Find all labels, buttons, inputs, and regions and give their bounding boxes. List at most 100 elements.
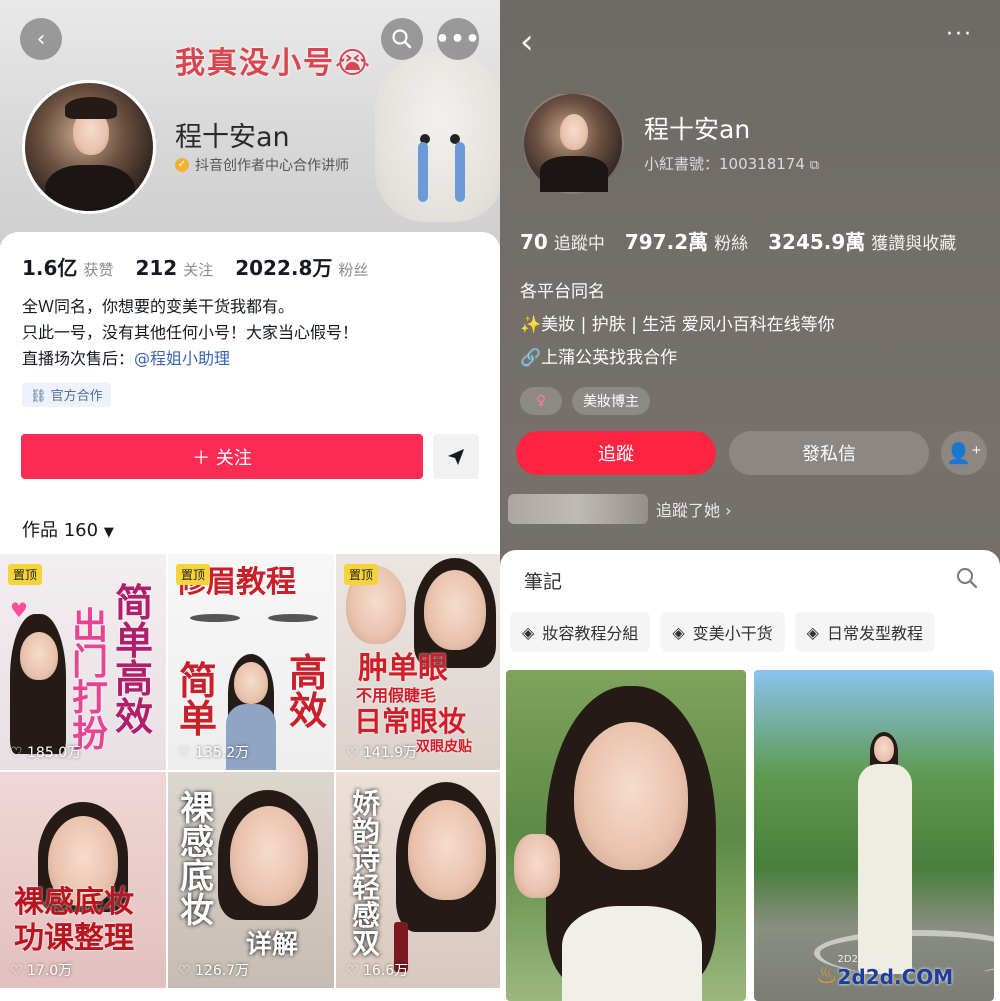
stat-likes-collections[interactable]: 3245.9萬 獲讚與收藏 — [768, 226, 956, 255]
note-thumbnail[interactable] — [506, 670, 746, 1001]
like-count: ♡ 141.9万 — [346, 742, 417, 762]
back-button[interactable]: ‹ — [20, 18, 62, 60]
like-count: ♡ 126.7万 — [178, 960, 249, 980]
thumb-body — [562, 906, 702, 1001]
copy-icon[interactable]: ⧉ — [810, 158, 819, 173]
avatar-hair — [65, 97, 117, 119]
album-label: 变美小干货 — [692, 624, 773, 643]
follow-button[interactable]: 追蹤 — [516, 431, 716, 475]
verification-badge: ✓ 抖音创作者中心合作讲师 — [175, 155, 349, 175]
add-user-icon: 👤⁺ — [946, 441, 982, 465]
send-message-button[interactable] — [433, 434, 479, 479]
works-label: 作品 160 — [22, 520, 99, 541]
official-cooperation-tag[interactable]: ⛓ 官方合作 — [22, 382, 111, 407]
heart-outline-icon: ♡ — [178, 745, 191, 761]
caret-down-icon: ▼ — [103, 525, 114, 540]
pinned-badge: 置顶 — [344, 564, 379, 585]
stat-likes[interactable]: 1.6亿 获赞 — [22, 252, 113, 281]
handshake-icon: ⛓ — [30, 389, 47, 404]
search-icon[interactable] — [956, 567, 978, 589]
avatar[interactable] — [522, 92, 624, 194]
douyin-profile-panel: ‹ 我真没小号😭 ••• 程十安an ✓ 抖音创作者中心合作讲师 1.6亿 获赞 … — [0, 0, 500, 1001]
bio-line[interactable]: 🔗上蒲公英找我合作 — [520, 342, 835, 375]
flame-logo-icon: ♨ — [816, 961, 838, 989]
thumb-hand — [514, 834, 560, 898]
notes-tab[interactable]: 筆記 — [524, 567, 562, 594]
like-count-text: 141.9万 — [363, 745, 418, 761]
stat-following[interactable]: 212 关注 — [135, 256, 213, 280]
bio-line: ✨美妝 | 护肤 | 生活 爱凤小百科在线等你 — [520, 315, 835, 335]
thumb-face — [230, 806, 308, 906]
message-button[interactable]: 發私信 — [729, 431, 929, 475]
thumb-face — [574, 722, 688, 870]
notes-sheet: 筆記 ◈ 妝容教程分組 ◈ 变美小干货 ◈ 日常发型教程 — [500, 550, 1000, 1001]
like-count: ♡ 17.0万 — [10, 960, 72, 980]
mutual-follow-row[interactable]: 追蹤了她 › — [508, 492, 732, 526]
tile-caption: 出门打扮 — [72, 606, 109, 755]
avatar-body — [45, 165, 135, 211]
video-tile[interactable]: 修眉教程 简 单 高 效 置顶 ♡ 135.2万 — [168, 554, 334, 770]
like-count-text: 185.0万 — [27, 745, 82, 761]
heart-outline-icon: ♡ — [346, 963, 359, 979]
tile-caption: 裸感底妆 — [180, 789, 214, 931]
stat-followers[interactable]: 2022.8万 粉丝 — [235, 252, 368, 281]
profile-name: 程十安an — [644, 115, 751, 144]
search-button[interactable] — [381, 18, 423, 60]
follow-button[interactable]: ＋ 关注 — [21, 434, 423, 479]
stat-label: 获赞 — [83, 261, 114, 279]
tile-caption: 双眼皮贴 — [416, 739, 472, 755]
bio-line: 直播场次售后：@程姐小助理 — [22, 346, 358, 372]
search-icon — [392, 29, 412, 49]
stat-number: 2022.8万 — [235, 256, 333, 280]
thumb-face — [408, 800, 486, 900]
works-tab[interactable]: 作品 160 ▼ — [22, 516, 114, 542]
thumb-face — [234, 662, 268, 704]
album-chip[interactable]: ◈ 日常发型教程 — [794, 612, 935, 652]
like-count: ♡ 135.2万 — [178, 742, 249, 762]
site-watermark: ♨ 2D2D手游网 2d2d.COM — [816, 950, 953, 989]
banner-title: 我真没小号😭 — [175, 46, 373, 81]
stat-number: 1.6亿 — [22, 256, 78, 280]
bio: 全Ｗ同名，你想要的变美干货我都有。 只此一号，没有其他任何小号！大家当心假号！ … — [22, 294, 358, 372]
sticker-tear-right — [455, 142, 465, 202]
verified-icon: ✓ — [175, 158, 189, 172]
back-button[interactable]: ‹ — [520, 22, 534, 62]
layers-icon: ◈ — [672, 622, 685, 642]
stat-following[interactable]: 70 追蹤中 — [520, 229, 605, 254]
thumb-face — [424, 570, 486, 650]
more-button[interactable]: ••• — [435, 18, 480, 60]
like-count-text: 126.7万 — [195, 963, 250, 979]
like-count: ♡ 185.0万 — [10, 742, 81, 762]
video-tile[interactable]: 裸感底妆 详解 ♡ 126.7万 — [168, 772, 334, 988]
video-tile[interactable]: 裸感底妆 功课整理 ♡ 17.0万 — [0, 772, 166, 988]
stat-label: 追蹤中 — [553, 234, 605, 254]
heart-outline-icon: ♡ — [178, 963, 191, 979]
stat-followers[interactable]: 797.2萬 粉絲 — [625, 226, 748, 255]
tile-caption: 功课整理 — [14, 921, 134, 956]
video-tile[interactable]: 娇韵诗轻感双 ♡ 16.6万 — [336, 772, 500, 988]
tile-caption: 高 效 — [288, 651, 327, 733]
assistant-mention-link[interactable]: @程姐小助理 — [134, 349, 230, 368]
thumb-face — [20, 632, 58, 680]
stat-label: 獲讚與收藏 — [871, 234, 957, 254]
album-chip[interactable]: ◈ 妝容教程分組 — [510, 612, 651, 652]
avatar[interactable] — [22, 80, 156, 214]
more-button[interactable]: ··· — [946, 22, 973, 47]
video-tile[interactable]: 肿单眼 不用假睫毛 日常眼妆 双眼皮贴 置顶 ♡ 141.9万 — [336, 554, 500, 770]
white-dress — [858, 764, 912, 974]
bio-line: 只此一号，没有其他任何小号！大家当心假号！ — [22, 323, 359, 342]
video-tile[interactable]: 出门打扮 简单高效 置顶 ♥ ♡ 185.0万 — [0, 554, 166, 770]
category-tag[interactable]: 美妝博主 — [572, 387, 650, 415]
watermark-subtext: 2D2D手游网 — [837, 954, 896, 965]
verification-text: 抖音创作者中心合作讲师 — [195, 158, 349, 174]
like-count: ♡ 16.6万 — [346, 960, 408, 980]
tile-caption: 日常眼妆 — [354, 705, 467, 738]
watermark-text: 2d2d.COM — [837, 965, 954, 989]
like-count-text: 135.2万 — [195, 745, 250, 761]
like-count-text: 16.6万 — [363, 963, 409, 979]
album-chip[interactable]: ◈ 变美小干货 — [660, 612, 785, 652]
tile-caption: 不用假睫毛 — [356, 686, 437, 705]
paper-plane-icon — [448, 448, 464, 465]
stat-number: 797.2萬 — [624, 230, 709, 254]
add-friend-button[interactable]: 👤⁺ — [941, 431, 987, 475]
